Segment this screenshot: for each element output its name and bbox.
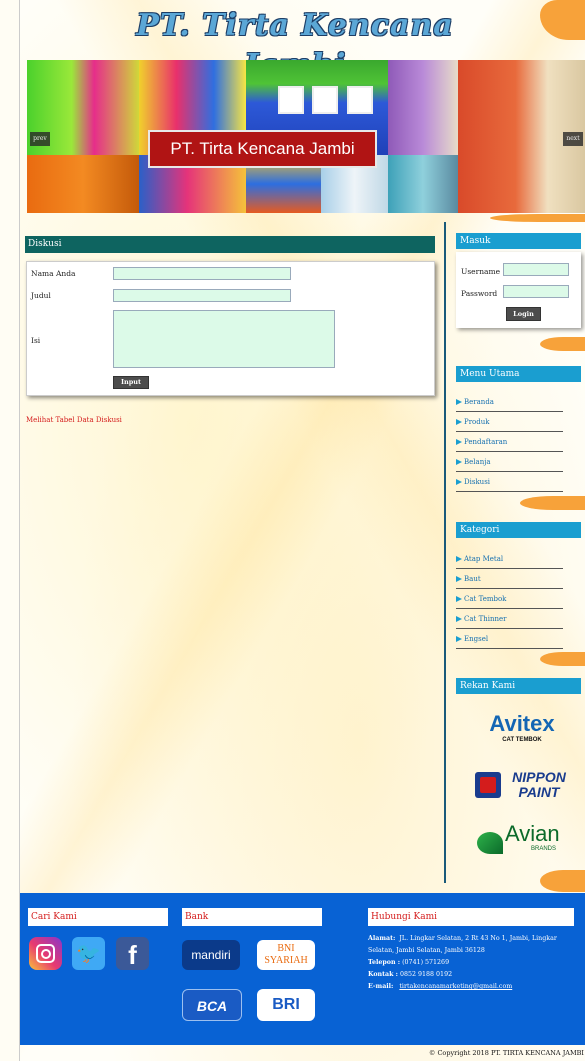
content-label: Isi [31, 336, 41, 345]
partners-title: Rekan Kami [456, 678, 581, 694]
decorative-swoosh [540, 870, 585, 892]
banner-window [347, 86, 373, 114]
find-us-title: Cari Kami [28, 908, 168, 926]
decorative-swoosh [520, 496, 585, 510]
discussion-form: Nama Anda Judul Isi Input [26, 261, 435, 396]
username-input[interactable] [503, 263, 569, 276]
mobile-line: Kontak : 0852 9188 0192 [368, 971, 453, 978]
arrow-right-icon [456, 419, 462, 425]
login-title: Masuk [456, 233, 581, 249]
main-menu-title: Menu Utama [456, 366, 581, 382]
twitter-icon[interactable]: 🐦 [72, 937, 105, 970]
menu-item-pendaftaran[interactable]: Pendaftaran [456, 433, 563, 452]
password-input[interactable] [503, 285, 569, 298]
bank-logo-bri[interactable]: BRI [257, 989, 315, 1021]
menu-item-beranda[interactable]: Beranda [456, 393, 563, 412]
bank-logo-mandiri[interactable]: mandiri [182, 940, 240, 970]
decorative-swoosh [540, 0, 585, 40]
content-textarea[interactable] [113, 310, 335, 368]
contact-info: Alamat: JL. Lingkar Selatan, 2 Rt 43 No … [368, 933, 574, 993]
email-link[interactable]: tirtakencanamarketing@gmail.com [399, 983, 512, 990]
arrow-right-icon [456, 596, 462, 602]
category-item[interactable]: Cat Thinner [456, 610, 563, 629]
arrow-right-icon [456, 479, 462, 485]
decorative-swoosh [490, 214, 585, 222]
sidebar-divider [444, 222, 446, 883]
login-button[interactable]: Login [506, 307, 541, 321]
category-item[interactable]: Baut [456, 570, 563, 589]
bank-logo-bni-syariah[interactable]: BNI SYARIAH [257, 940, 315, 970]
nippon-paint-logo[interactable]: NIPPON PAINT [475, 766, 575, 806]
banner-window [278, 86, 304, 114]
bank-title: Bank [182, 908, 322, 926]
banner-image-tile [388, 60, 458, 155]
contact-title: Hubungi Kami [368, 908, 574, 926]
facebook-icon[interactable]: f [116, 937, 149, 970]
slideshow-next-button[interactable]: next [563, 132, 583, 146]
category-item[interactable]: Atap Metal [456, 550, 563, 569]
arrow-right-icon [456, 616, 462, 622]
address-line: Alamat: JL. Lingkar Selatan, 2 Rt 43 No … [368, 935, 557, 954]
name-label: Nama Anda [31, 269, 76, 278]
login-panel: Username Password Login [456, 252, 581, 328]
name-input[interactable] [113, 267, 291, 280]
menu-item-produk[interactable]: Produk [456, 413, 563, 432]
decorative-swoosh [540, 652, 585, 666]
banner-window [312, 86, 338, 114]
decorative-swoosh [540, 337, 585, 351]
menu-item-diskusi[interactable]: Diskusi [456, 473, 563, 492]
view-discussion-table-link[interactable]: Melihat Tabel Data Diskusi [26, 416, 122, 424]
site-logo-title[interactable]: PT. Tirta Kencana Jambi [125, 6, 465, 83]
avian-bird-icon [477, 832, 503, 854]
arrow-right-icon [456, 399, 462, 405]
nippon-emblem-icon [475, 772, 501, 798]
phone-line: Telepon : (0741) 571269 [368, 959, 450, 966]
instagram-icon[interactable] [29, 937, 62, 970]
password-label: Password [461, 289, 498, 298]
arrow-right-icon [456, 636, 462, 642]
arrow-right-icon [456, 439, 462, 445]
email-line: E-mail: tirtakencanamarketing@gmail.com [368, 983, 513, 990]
avitex-logo[interactable]: Avitex CAT TEMBOK [472, 712, 572, 748]
copyright-text: © Copyright 2018 PT. TIRTA KENCANA JAMBI [428, 1049, 584, 1057]
category-item[interactable]: Engsel [456, 630, 563, 649]
banner-caption: PT. Tirta Kencana Jambi [148, 130, 377, 168]
subject-input[interactable] [113, 289, 291, 302]
arrow-right-icon [456, 459, 462, 465]
menu-item-belanja[interactable]: Belanja [456, 453, 563, 472]
username-label: Username [461, 267, 501, 276]
slideshow-prev-button[interactable]: prev [30, 132, 50, 146]
avian-logo[interactable]: Avian BRANDS [475, 818, 575, 860]
banner-image-tile [388, 155, 458, 213]
footer: Cari Kami 🐦 f Bank mandiri BNI SYARIAH B… [20, 893, 585, 1045]
arrow-right-icon [456, 576, 462, 582]
banner-image-tile [27, 155, 139, 213]
page-wrapper: PT. Tirta Kencana Jambi PT. Tirta Kencan… [19, 0, 585, 1061]
submit-button[interactable]: Input [113, 376, 149, 389]
bank-logo-bca[interactable]: BCA [182, 989, 242, 1021]
categories-title: Kategori [456, 522, 581, 538]
arrow-right-icon [456, 556, 462, 562]
discussion-title: Diskusi [25, 236, 435, 253]
banner-slideshow: PT. Tirta Kencana Jambi prev next [27, 60, 585, 213]
category-item[interactable]: Cat Tembok [456, 590, 563, 609]
subject-label: Judul [31, 291, 51, 300]
